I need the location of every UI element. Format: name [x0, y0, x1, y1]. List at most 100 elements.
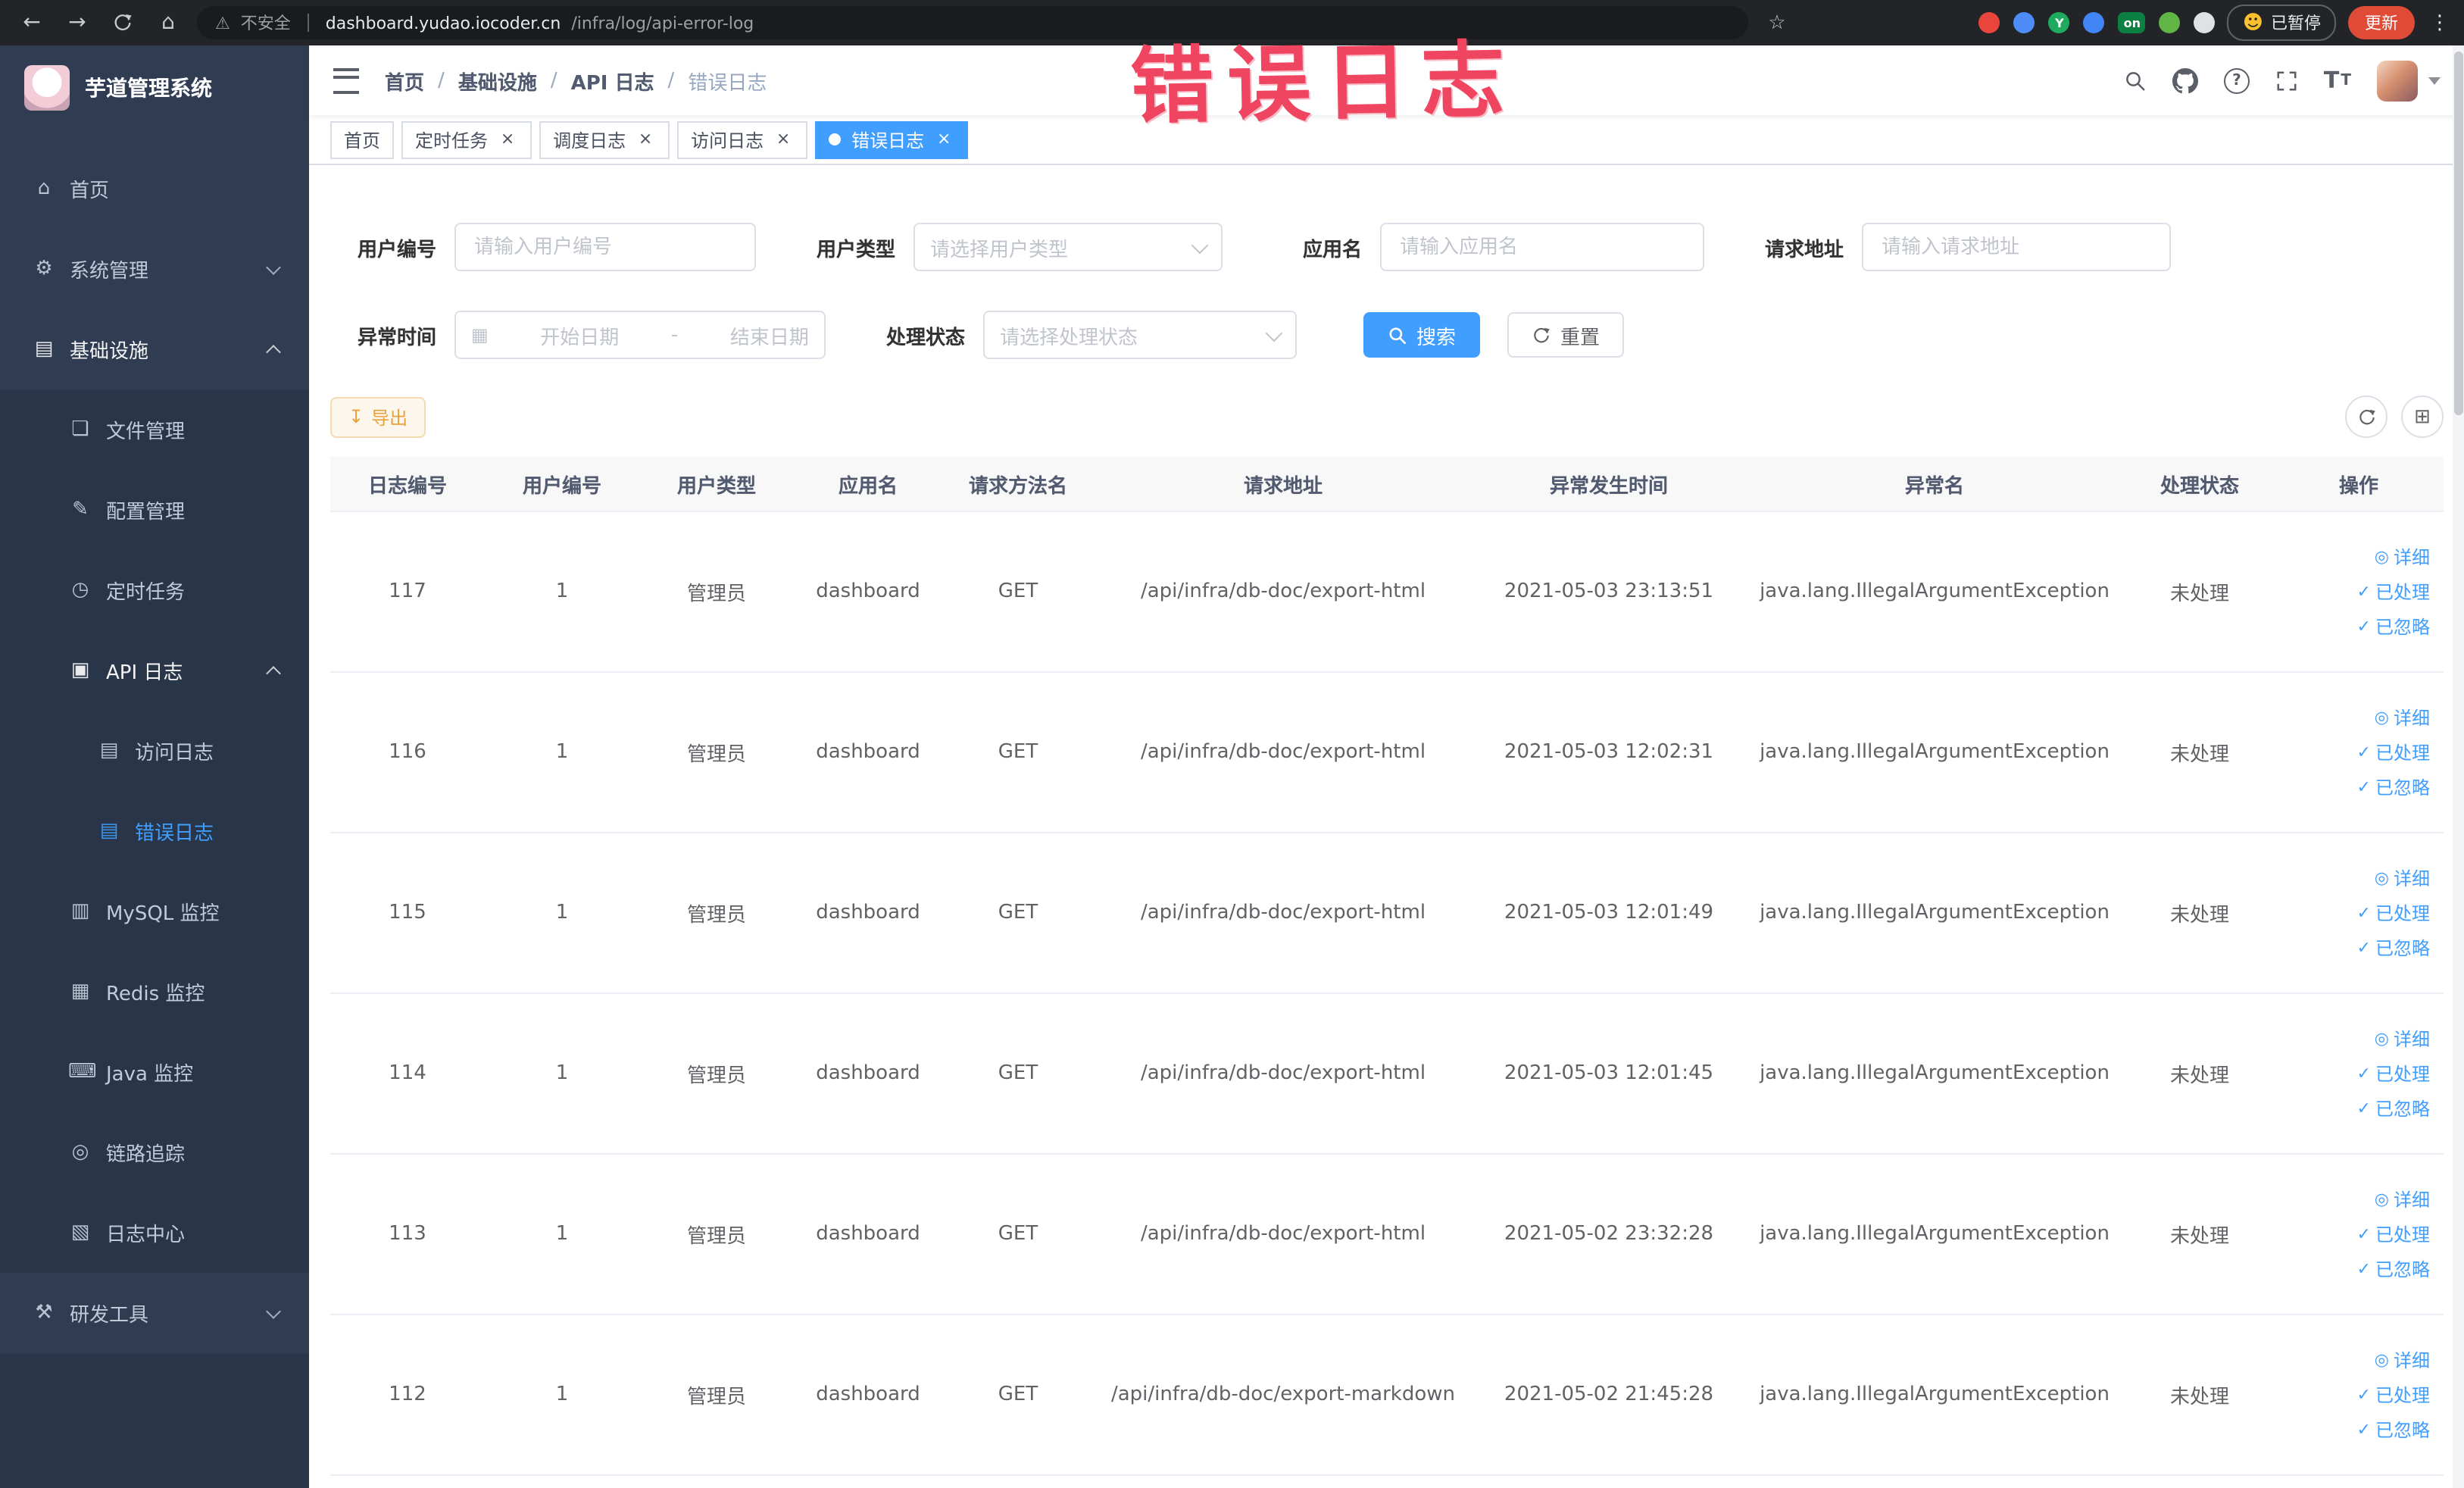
- processed-link[interactable]: ✓ 已处理: [2357, 1382, 2430, 1408]
- sidebar-item-access-log[interactable]: ▤ 访问日志: [0, 711, 309, 791]
- sidebar-item-system-mgmt[interactable]: ⚙ 系统管理: [0, 229, 309, 309]
- browser-home-icon[interactable]: ⌂: [151, 6, 185, 39]
- breadcrumb-item[interactable]: 基础设施: [458, 66, 537, 95]
- processed-link[interactable]: ✓ 已处理: [2357, 1061, 2430, 1086]
- reset-button[interactable]: 重置: [1507, 312, 1625, 358]
- app-name-input[interactable]: [1380, 223, 1704, 271]
- detail-link[interactable]: ◎ 详细: [2375, 1026, 2430, 1052]
- ignore-link[interactable]: ✓ 已忽略: [2357, 614, 2430, 639]
- search-button[interactable]: 搜索: [1363, 312, 1481, 358]
- process-status-label: 处理状态: [885, 327, 965, 349]
- detail-link[interactable]: ◎ 详细: [2375, 1347, 2430, 1373]
- app-logo[interactable]: 芋道管理系统: [0, 45, 309, 130]
- exception-time-label: 异常时间: [357, 327, 436, 349]
- sidebar-item-label: 基础设施: [70, 341, 149, 364]
- forward-icon[interactable]: →: [61, 6, 94, 39]
- sidebar-item-error-log[interactable]: ▤ 错误日志: [0, 791, 309, 871]
- refresh-button[interactable]: [2345, 395, 2387, 438]
- breadcrumb-item[interactable]: API 日志: [571, 66, 654, 95]
- font-size-icon[interactable]: TT: [2324, 67, 2351, 94]
- detail-link[interactable]: ◎ 详细: [2375, 705, 2430, 730]
- user-type-select[interactable]: 请选择用户类型: [913, 223, 1223, 271]
- cell-status: 未处理: [2169, 1386, 2229, 1409]
- search-icon[interactable]: [2124, 69, 2147, 92]
- sidebar-item-java-monitor[interactable]: ⌨ Java 监控: [0, 1032, 309, 1112]
- action-label: 详细: [2393, 868, 2430, 889]
- tab-label: 定时任务: [415, 130, 489, 151]
- sidebar-item-redis-monitor[interactable]: ▦ Redis 监控: [0, 952, 309, 1032]
- ignore-link[interactable]: ✓ 已忽略: [2357, 1096, 2430, 1121]
- download-icon: ↧: [348, 406, 364, 427]
- sidebar-item-tracing[interactable]: ◎ 链路追踪: [0, 1112, 309, 1193]
- cell-log-id: 114: [389, 1062, 426, 1085]
- user-id-input[interactable]: [454, 223, 756, 271]
- tab-close-icon[interactable]: ×: [635, 129, 656, 150]
- process-status-select[interactable]: 请选择处理状态: [983, 311, 1297, 359]
- help-icon[interactable]: ?: [2223, 67, 2250, 93]
- extension-icon-ext-leaf[interactable]: [2159, 12, 2181, 33]
- breadcrumb-item[interactable]: 首页: [385, 66, 424, 95]
- export-button[interactable]: ↧ 导出: [330, 396, 426, 437]
- cell-status: 未处理: [2169, 1226, 2229, 1249]
- scrollbar-thumb[interactable]: [2454, 52, 2463, 415]
- extension-icon-ext-pin[interactable]: [2194, 12, 2216, 33]
- extension-icon-ext-blue[interactable]: [2013, 12, 2035, 33]
- bookmark-star-icon[interactable]: ☆: [1760, 6, 1794, 39]
- sidebar-item-scheduled-tasks[interactable]: ◷ 定时任务: [0, 550, 309, 630]
- user-menu[interactable]: [2377, 60, 2441, 101]
- detail-link[interactable]: ◎ 详细: [2375, 1186, 2430, 1212]
- tab-job-log[interactable]: 调度日志 ×: [539, 120, 670, 158]
- eye-icon: ◎: [2374, 1189, 2389, 1209]
- processed-link[interactable]: ✓ 已处理: [2357, 1221, 2430, 1247]
- processed-link[interactable]: ✓ 已处理: [2357, 739, 2430, 765]
- sidebar-item-infrastructure[interactable]: ▤ 基础设施: [0, 309, 309, 389]
- browser-menu-kebab-icon[interactable]: ⋮: [2430, 11, 2450, 34]
- tab-close-icon[interactable]: ×: [773, 129, 794, 150]
- cell-exception-time: 2021-05-03 23:13:51: [1504, 580, 1714, 603]
- access-log-icon: ▤: [99, 739, 119, 762]
- reload-icon[interactable]: [106, 6, 139, 39]
- ignore-link[interactable]: ✓ 已忽略: [2357, 1256, 2430, 1282]
- detail-link[interactable]: ◎ 详细: [2375, 865, 2430, 891]
- sidebar-item-home[interactable]: ⌂ 首页: [0, 148, 309, 229]
- request-url-input[interactable]: [1862, 223, 2171, 271]
- profile-paused-badge[interactable]: ☻ 已暂停: [2227, 5, 2336, 41]
- sidebar-item-mysql-monitor[interactable]: ▥ MySQL 监控: [0, 871, 309, 952]
- update-button[interactable]: 更新: [2348, 6, 2415, 39]
- extension-icon-ext-green-y[interactable]: Y: [2048, 12, 2070, 33]
- tab-access-log[interactable]: 访问日志 ×: [677, 120, 808, 158]
- fullscreen-icon[interactable]: [2275, 69, 2298, 92]
- ignore-link[interactable]: ✓ 已忽略: [2357, 935, 2430, 961]
- tab-error-log[interactable]: 错误日志 ×: [815, 120, 969, 158]
- exception-time-range-input[interactable]: ▦ 开始日期 - 结束日期: [454, 311, 826, 359]
- log-center-icon: ▧: [70, 1221, 90, 1244]
- sidebar-item-dev-tools[interactable]: ⚒ 研发工具: [0, 1273, 309, 1353]
- cell-status: 未处理: [2169, 744, 2229, 767]
- extension-icon-ext-on[interactable]: on: [2118, 12, 2146, 33]
- github-icon[interactable]: [2172, 67, 2198, 93]
- sidebar-item-api-log[interactable]: ▣ API 日志: [0, 630, 309, 711]
- tab-close-icon[interactable]: ×: [933, 129, 954, 150]
- column-header: 用户编号: [522, 475, 601, 498]
- sidebar-item-config-mgmt[interactable]: ✎ 配置管理: [0, 470, 309, 550]
- sidebar-item-label: 错误日志: [135, 823, 214, 846]
- ignore-link[interactable]: ✓ 已忽略: [2357, 774, 2430, 800]
- tab-home[interactable]: 首页: [330, 120, 395, 158]
- ignore-link[interactable]: ✓ 已忽略: [2357, 1417, 2430, 1443]
- back-icon[interactable]: ←: [15, 6, 48, 39]
- extension-icon-ext-grid[interactable]: [2083, 12, 2105, 33]
- sidebar-toggle-icon[interactable]: [333, 67, 359, 93]
- url-path: /infra/log/api-error-log: [571, 13, 754, 33]
- processed-link[interactable]: ✓ 已处理: [2357, 900, 2430, 926]
- tab-scheduled-tasks[interactable]: 定时任务 ×: [401, 120, 532, 158]
- eye-icon: ◎: [2374, 547, 2389, 567]
- sidebar-item-file-mgmt[interactable]: ❏ 文件管理: [0, 389, 309, 470]
- check-icon: ✓: [2356, 938, 2371, 958]
- extension-icon-ext-red[interactable]: [1978, 12, 2000, 33]
- processed-link[interactable]: ✓ 已处理: [2357, 579, 2430, 605]
- column-settings-button[interactable]: ⊞: [2401, 395, 2444, 438]
- page-scrollbar[interactable]: [2453, 45, 2464, 1488]
- tab-close-icon[interactable]: ×: [497, 129, 518, 150]
- sidebar-item-log-center[interactable]: ▧ 日志中心: [0, 1193, 309, 1273]
- detail-link[interactable]: ◎ 详细: [2375, 544, 2430, 570]
